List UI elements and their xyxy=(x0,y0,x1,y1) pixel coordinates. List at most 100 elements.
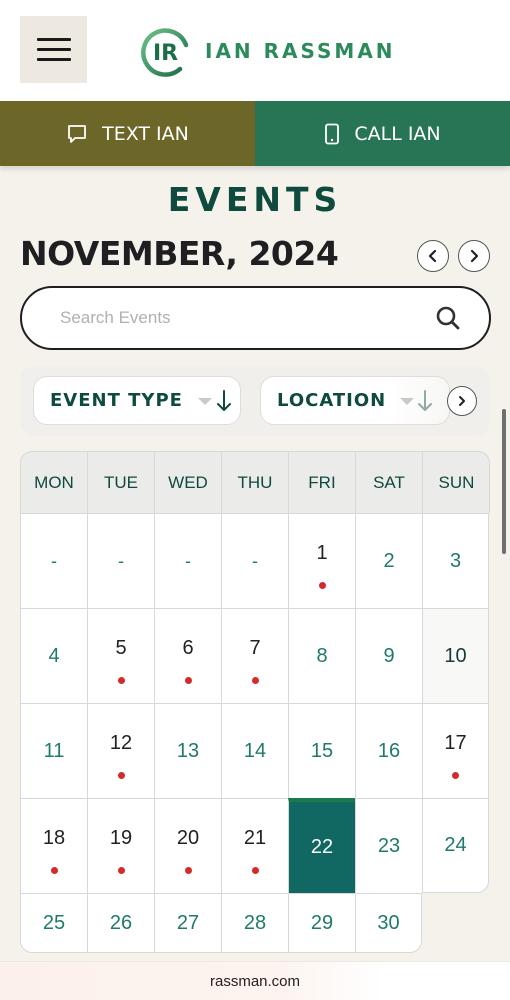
menu-button[interactable] xyxy=(20,16,87,83)
calendar-week-row: 25 26 27 28 29 30 xyxy=(20,893,490,953)
event-indicator-dot xyxy=(251,867,259,874)
calendar-day[interactable]: 5 xyxy=(87,608,154,703)
event-indicator-dot xyxy=(251,677,259,684)
calendar-day[interactable]: 28 xyxy=(221,893,288,953)
day-number: 21 xyxy=(243,827,267,849)
calendar-week-row: 18 19 20 21 22 23 24 xyxy=(20,798,490,893)
day-number: 6 xyxy=(182,637,194,659)
day-number: 2 xyxy=(383,549,395,572)
day-number: 23 xyxy=(377,834,401,857)
filters-scroll-right-button[interactable] xyxy=(447,386,477,416)
day-number: 4 xyxy=(48,644,60,667)
calendar-empty-cell: - xyxy=(20,513,87,608)
calendar-empty-cell: - xyxy=(221,513,288,608)
calendar-day[interactable]: 19 xyxy=(87,798,154,893)
event-type-filter[interactable]: EVENT TYPE xyxy=(33,376,241,425)
weekday-label: MON xyxy=(21,452,88,513)
event-calendar: MON TUE WED THU FRI SAT SUN ----12345678… xyxy=(20,451,490,953)
day-number: 18 xyxy=(42,827,66,849)
day-number: - xyxy=(118,550,124,571)
calendar-day[interactable]: 18 xyxy=(20,798,87,893)
day-number: 12 xyxy=(109,732,133,754)
call-ian-label: CALL IAN xyxy=(354,122,441,145)
day-number: 26 xyxy=(109,911,133,934)
calendar-day[interactable]: 26 xyxy=(87,893,154,953)
calendar-week-row: 4 5 6 7 8 9 10 xyxy=(20,608,490,703)
day-number: 25 xyxy=(42,911,66,934)
calendar-day[interactable]: 3 xyxy=(422,513,489,608)
calendar-day[interactable]: 12 xyxy=(87,703,154,798)
calendar-day[interactable]: 1 xyxy=(288,513,355,608)
day-number: 29 xyxy=(310,911,334,934)
day-number: 10 xyxy=(444,644,467,667)
calendar-day[interactable]: 2 xyxy=(355,513,422,608)
calendar-day[interactable]: 23 xyxy=(355,798,422,893)
day-number: 20 xyxy=(176,827,200,849)
day-number: 30 xyxy=(377,911,400,934)
browser-address-bar[interactable]: rassman.com xyxy=(0,961,510,1000)
chevron-left-icon xyxy=(428,249,437,263)
site-logo[interactable]: IR IAN RASSMAN xyxy=(140,25,396,77)
calendar-day[interactable]: 14 xyxy=(221,703,288,798)
day-number: 7 xyxy=(249,637,261,659)
call-ian-button[interactable]: CALL IAN xyxy=(255,101,510,166)
arrow-down-icon xyxy=(418,390,432,411)
search-icon[interactable] xyxy=(435,305,461,331)
weekday-header: MON TUE WED THU FRI SAT SUN xyxy=(20,451,490,513)
day-number: - xyxy=(252,550,258,571)
next-month-button[interactable] xyxy=(458,240,490,272)
day-number: 24 xyxy=(444,834,467,856)
chevron-right-icon xyxy=(459,396,465,406)
calendar-week-row: - - - - 1 2 3 xyxy=(20,513,490,608)
mobile-phone-icon xyxy=(325,123,340,144)
calendar-day[interactable]: 17 xyxy=(422,703,489,798)
calendar-day[interactable]: 8 xyxy=(288,608,355,703)
arrow-down-icon xyxy=(217,390,231,411)
calendar-day[interactable]: 7 xyxy=(221,608,288,703)
calendar-day[interactable]: 24 xyxy=(422,798,489,893)
calendar-day[interactable]: 29 xyxy=(288,893,355,953)
calendar-day[interactable]: 15 xyxy=(288,703,355,798)
calendar-day[interactable]: 27 xyxy=(154,893,221,953)
day-number: 15 xyxy=(310,739,334,762)
weekday-label: SAT xyxy=(356,452,423,513)
month-label: NOVEMBER, 2024 xyxy=(20,234,339,273)
day-number: 19 xyxy=(109,827,133,849)
weekday-label: WED xyxy=(155,452,222,513)
calendar-day[interactable]: 16 xyxy=(355,703,422,798)
event-indicator-dot xyxy=(117,772,125,779)
chat-bubble-icon xyxy=(68,124,87,143)
calendar-day[interactable]: 25 xyxy=(20,893,87,953)
day-number: 5 xyxy=(115,637,127,659)
text-ian-button[interactable]: TEXT IAN xyxy=(0,101,255,166)
page-scrollbar[interactable] xyxy=(502,409,506,554)
search-input[interactable] xyxy=(60,308,420,328)
calendar-day-today[interactable]: 22 xyxy=(288,798,355,893)
calendar-day[interactable]: 20 xyxy=(154,798,221,893)
event-indicator-dot xyxy=(184,867,192,874)
hamburger-menu-icon xyxy=(36,37,71,63)
filter-bar: EVENT TYPE LOCATION xyxy=(20,366,490,436)
event-indicator-dot xyxy=(50,867,58,874)
calendar-day[interactable]: 4 xyxy=(20,608,87,703)
calendar-day[interactable]: 6 xyxy=(154,608,221,703)
calendar-grid: - - - -1 2 3 4 5 6 7 8 9 10 11 12 13 14 15 16 17 18 19 20 21 22 2… xyxy=(20,513,490,953)
calendar-day[interactable]: 10 xyxy=(422,608,489,703)
calendar-day[interactable]: 30 xyxy=(355,893,422,953)
day-number: 3 xyxy=(449,549,462,572)
weekday-label: THU xyxy=(222,452,289,513)
calendar-day[interactable]: 11 xyxy=(20,703,87,798)
location-filter[interactable]: LOCATION xyxy=(260,376,450,425)
calendar-empty-cell: - xyxy=(154,513,221,608)
weekday-label: FRI xyxy=(289,452,356,513)
location-filter-label: LOCATION xyxy=(277,390,387,411)
calendar-day[interactable]: 9 xyxy=(355,608,422,703)
svg-text:IR: IR xyxy=(153,41,178,66)
event-indicator-dot xyxy=(117,677,125,684)
site-header: IR IAN RASSMAN xyxy=(0,0,510,101)
calendar-day[interactable]: 13 xyxy=(154,703,221,798)
calendar-day[interactable]: 21 xyxy=(221,798,288,893)
previous-month-button[interactable] xyxy=(417,240,449,272)
day-number: 27 xyxy=(176,911,200,934)
logo-text: IAN RASSMAN xyxy=(205,39,396,63)
